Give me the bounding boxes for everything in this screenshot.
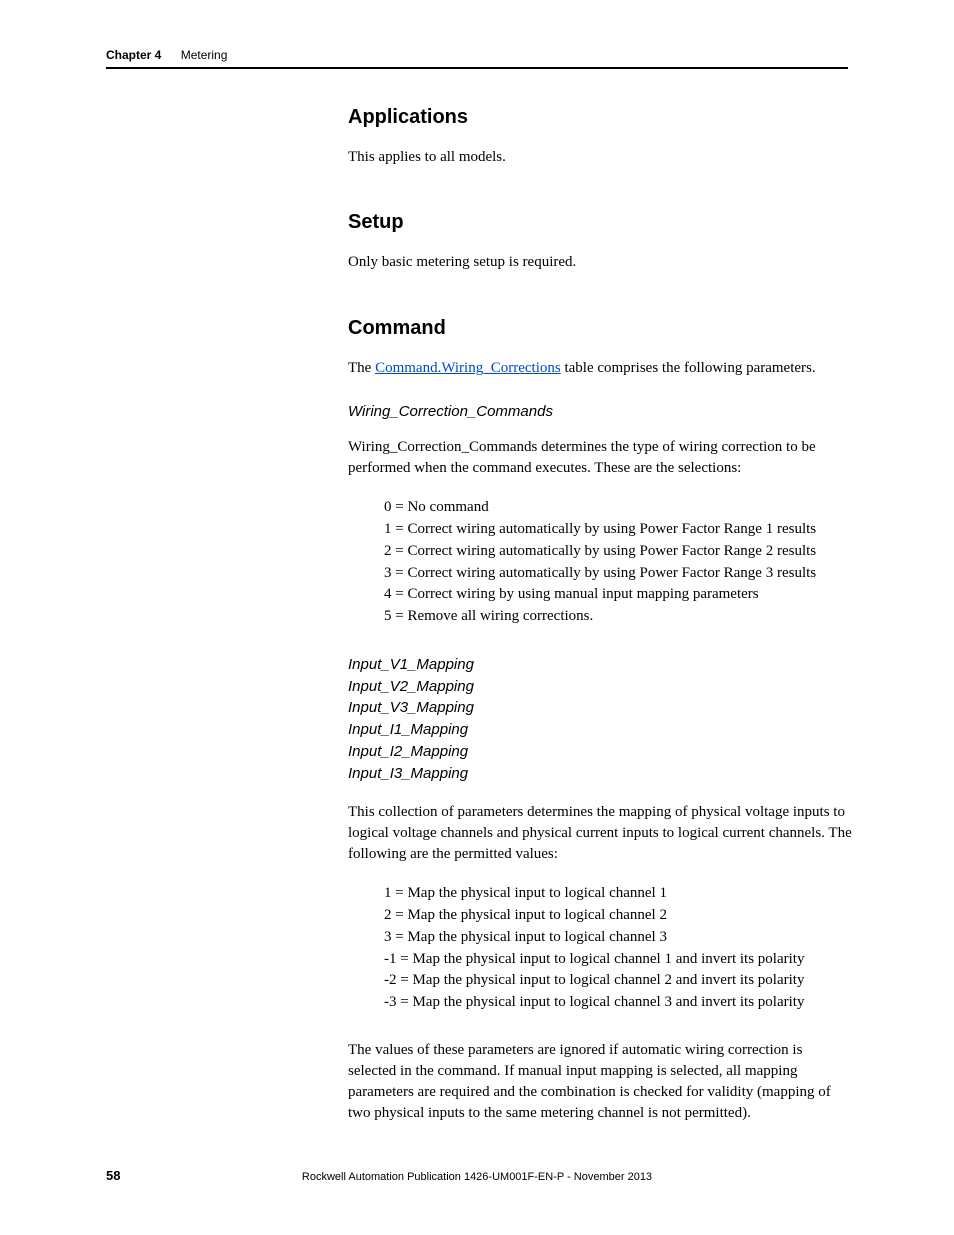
lead-post: table comprises the following parameters… — [561, 360, 816, 376]
desc-wiring-correction-commands: Wiring_Correction_Commands determines th… — [348, 437, 852, 479]
note-input-mappings: The values of these parameters are ignor… — [348, 1040, 852, 1124]
body-command-lead: The Command.Wiring_Corrections table com… — [348, 358, 852, 378]
option-line: 2 = Correct wiring automatically by usin… — [384, 541, 852, 563]
subheading-input-mappings: Input_V1_Mapping Input_V2_Mapping Input_… — [348, 654, 852, 785]
label-input-i1-mapping: Input_I1_Mapping — [348, 719, 852, 741]
body-setup: Only basic metering setup is required. — [348, 252, 852, 272]
option-line: -2 = Map the physical input to logical c… — [384, 970, 852, 992]
chapter-label: Chapter 4 — [106, 48, 161, 62]
option-line: 5 = Remove all wiring corrections. — [384, 606, 852, 628]
label-input-i3-mapping: Input_I3_Mapping — [348, 763, 852, 785]
label-input-i2-mapping: Input_I2_Mapping — [348, 741, 852, 763]
body-applications: This applies to all models. — [348, 147, 852, 167]
heading-setup: Setup — [348, 211, 852, 234]
option-line: 2 = Map the physical input to logical ch… — [384, 905, 852, 927]
label-input-v1-mapping: Input_V1_Mapping — [348, 654, 852, 676]
chapter-title: Metering — [181, 48, 228, 62]
options-wiring-correction-commands: 0 = No command 1 = Correct wiring automa… — [348, 497, 852, 628]
heading-command: Command — [348, 317, 852, 340]
lead-pre: The — [348, 360, 375, 376]
option-line: 1 = Correct wiring automatically by usin… — [384, 519, 852, 541]
options-input-mappings: 1 = Map the physical input to logical ch… — [348, 883, 852, 1014]
desc-input-mappings: This collection of parameters determines… — [348, 802, 852, 865]
option-line: 3 = Map the physical input to logical ch… — [384, 927, 852, 949]
label-input-v2-mapping: Input_V2_Mapping — [348, 676, 852, 698]
link-command-wiring-corrections[interactable]: Command.Wiring_Corrections — [375, 360, 561, 376]
option-line: -1 = Map the physical input to logical c… — [384, 949, 852, 971]
main-content: Applications This applies to all models.… — [348, 106, 852, 1142]
publication-info: Rockwell Automation Publication 1426-UM0… — [0, 1171, 954, 1183]
option-line: 1 = Map the physical input to logical ch… — [384, 883, 852, 905]
option-line: -3 = Map the physical input to logical c… — [384, 992, 852, 1014]
option-line: 0 = No command — [384, 497, 852, 519]
option-line: 4 = Correct wiring by using manual input… — [384, 584, 852, 606]
running-head: Chapter 4 Metering — [106, 48, 848, 69]
label-input-v3-mapping: Input_V3_Mapping — [348, 697, 852, 719]
document-page: Chapter 4 Metering Applications This app… — [0, 0, 954, 1235]
subheading-wiring-correction-commands: Wiring_Correction_Commands — [348, 402, 852, 422]
option-line: 3 = Correct wiring automatically by usin… — [384, 563, 852, 585]
heading-applications: Applications — [348, 106, 852, 129]
